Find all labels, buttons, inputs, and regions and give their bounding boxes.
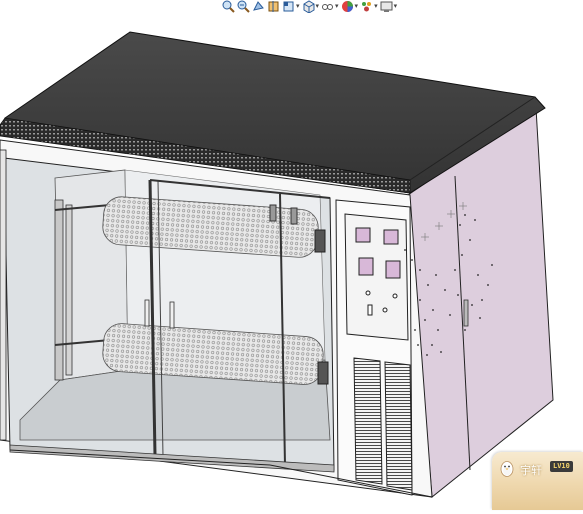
- apply-scene-button[interactable]: ▾: [360, 0, 378, 13]
- model-viewport[interactable]: [0, 0, 583, 510]
- view-settings-icon: [380, 1, 393, 12]
- zoom-fit-button[interactable]: [222, 0, 235, 13]
- vent-grille-left: [353, 357, 383, 485]
- view-settings-button[interactable]: ▾: [380, 0, 398, 13]
- dropdown-arrow[interactable]: ▾: [316, 0, 320, 13]
- zoom-fit-icon: [222, 0, 235, 13]
- penguin-avatar-icon: [500, 461, 514, 477]
- dropdown-arrow[interactable]: ▾: [394, 0, 398, 13]
- hide-show-items-icon: [322, 4, 334, 10]
- hide-show-items-button[interactable]: ▾: [321, 0, 339, 13]
- view-orientation-button[interactable]: ▾: [282, 0, 300, 13]
- heads-up-view-toolbar: ▾ ▾ ▾ ▾ ▾ ▾: [222, 0, 512, 13]
- edit-appearance-icon: [341, 1, 353, 12]
- dropdown-arrow[interactable]: ▾: [355, 0, 359, 13]
- view-orientation-icon: [283, 1, 294, 12]
- level-badge: LV10: [550, 461, 573, 472]
- contact-name: 宇轩: [520, 464, 542, 477]
- dropdown-arrow[interactable]: ▾: [296, 0, 300, 13]
- section-view-button[interactable]: [267, 0, 280, 13]
- previous-view-icon: [253, 1, 264, 11]
- apply-scene-icon: [362, 2, 372, 12]
- cabinet-model[interactable]: [0, 0, 583, 510]
- edit-appearance-button[interactable]: ▾: [341, 0, 359, 13]
- previous-view-button[interactable]: [252, 0, 265, 13]
- display-style-icon: [303, 0, 315, 13]
- dropdown-arrow[interactable]: ▾: [374, 0, 378, 13]
- zoom-area-button[interactable]: [237, 0, 250, 13]
- zoom-area-icon: [237, 0, 250, 13]
- section-view-icon: [268, 1, 279, 12]
- vent-grille-right: [384, 361, 413, 491]
- dropdown-arrow[interactable]: ▾: [335, 0, 339, 13]
- display-style-button[interactable]: ▾: [302, 0, 320, 13]
- chat-notification-popup[interactable]: 宇轩 LV10: [492, 452, 583, 510]
